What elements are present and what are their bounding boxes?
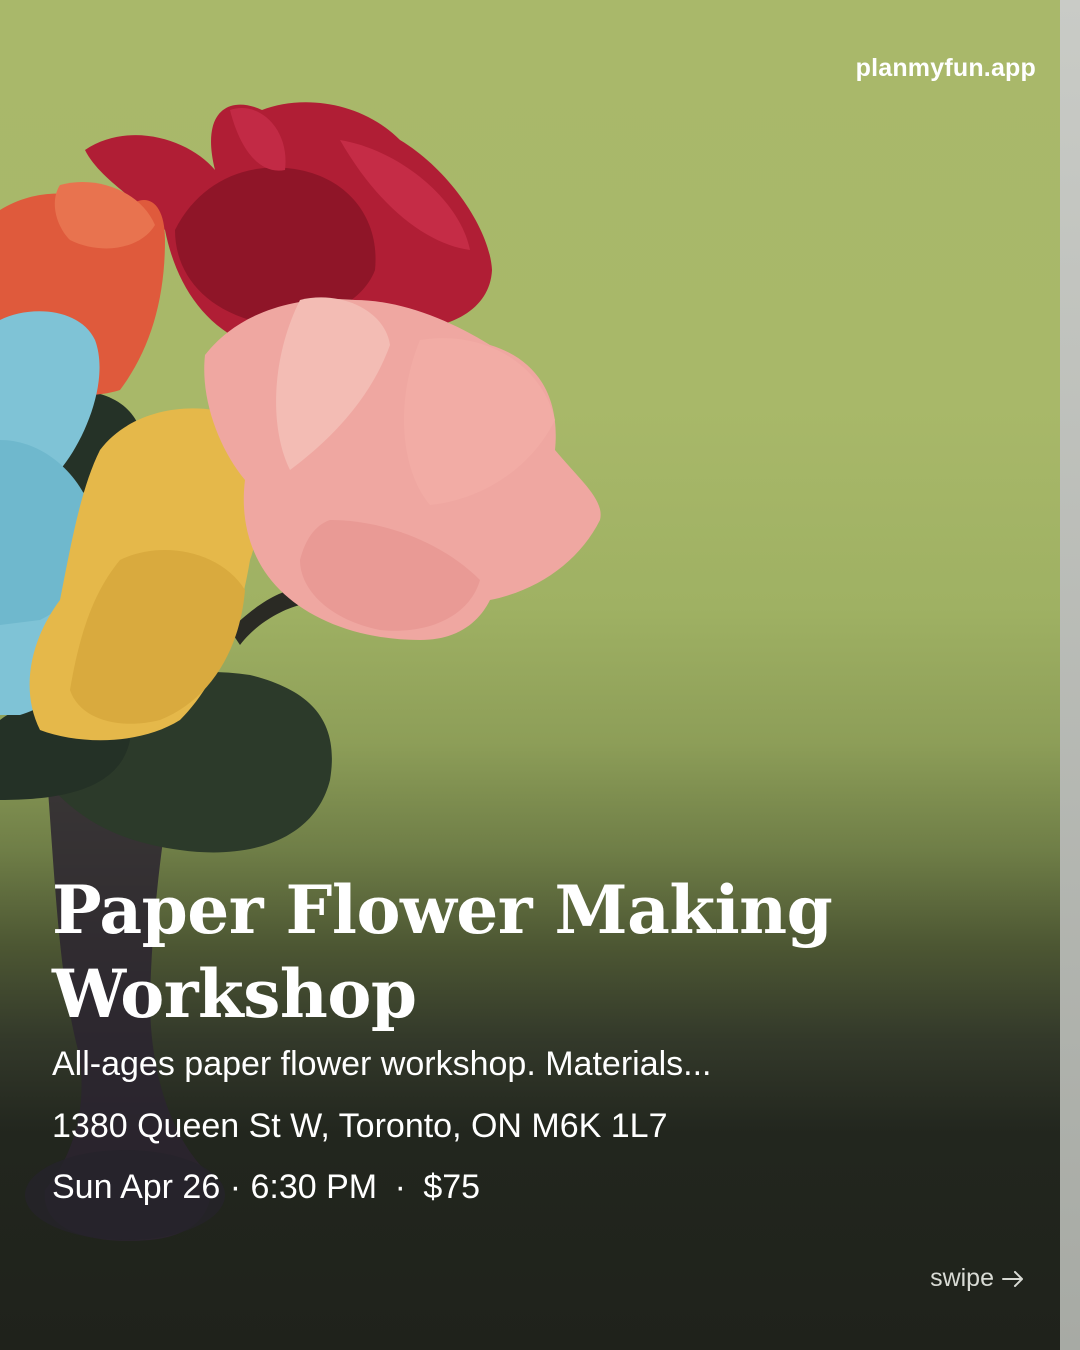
event-title-line-2: Workshop [52, 955, 417, 1033]
event-time: 6:30 PM [250, 1168, 378, 1206]
event-description: All-ages paper flower workshop. Material… [52, 1045, 712, 1083]
event-meta: Sun Apr 26 · 6:30 PM · $75 [52, 1167, 1012, 1207]
meta-separator: · [229, 1168, 242, 1206]
event-date: Sun Apr 26 [52, 1168, 221, 1206]
arrow-right-icon [1002, 1270, 1023, 1287]
next-card-edge [1060, 0, 1080, 1350]
swipe-label: swipe [930, 1264, 994, 1292]
event-card[interactable]: planmyfun.app Paper Flower Making Worksh… [0, 0, 1060, 1350]
swipe-hint[interactable]: swipe [930, 1264, 1024, 1293]
event-title-line-1: Paper Flower Making [52, 871, 833, 949]
event-price: $75 [423, 1168, 481, 1206]
event-address: 1380 Queen St W, Toronto, ON M6K 1L7 [52, 1107, 668, 1145]
event-title: Paper Flower Making Workshop [52, 868, 1012, 1036]
brand-logo-text[interactable]: planmyfun.app [856, 54, 1036, 83]
meta-separator: · [394, 1168, 406, 1206]
event-details: Paper Flower Making Workshop All-ages pa… [52, 868, 1012, 1207]
